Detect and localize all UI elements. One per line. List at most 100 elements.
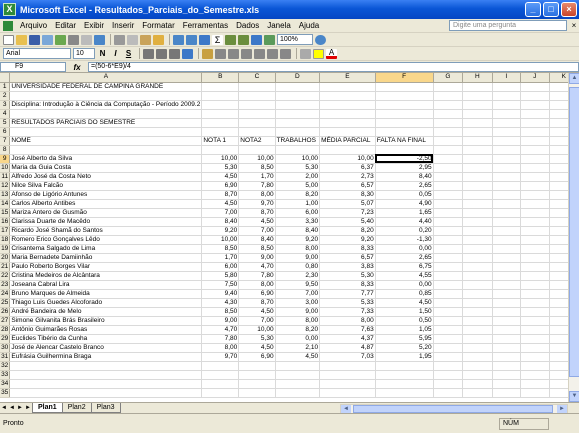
cell[interactable] xyxy=(520,127,550,137)
cell[interactable]: NOME xyxy=(9,136,203,146)
cell[interactable]: 6,90 xyxy=(201,181,240,191)
cell[interactable]: 6,57 xyxy=(319,181,376,191)
cell[interactable]: 6,00 xyxy=(201,262,240,272)
row-header[interactable]: 8 xyxy=(0,145,11,155)
cell[interactable]: 2,10 xyxy=(275,343,321,353)
cell[interactable]: 8,20 xyxy=(319,226,376,236)
cell[interactable]: 10,00 xyxy=(238,325,276,335)
cell[interactable] xyxy=(319,91,376,101)
cell[interactable] xyxy=(462,289,493,299)
spelling-icon[interactable] xyxy=(94,34,105,45)
cell[interactable]: 3,83 xyxy=(319,262,376,272)
cell[interactable]: 4,50 xyxy=(201,172,240,182)
cell[interactable]: 5,07 xyxy=(319,199,376,209)
cell[interactable] xyxy=(275,91,321,101)
cell[interactable] xyxy=(238,379,276,389)
cell[interactable] xyxy=(520,298,550,308)
cell[interactable]: NOTA 1 xyxy=(201,136,240,146)
row-header[interactable]: 14 xyxy=(0,199,11,209)
cell[interactable] xyxy=(275,370,321,380)
cell[interactable] xyxy=(492,163,521,173)
scroll-down-arrow[interactable]: ▼ xyxy=(569,391,579,402)
cell[interactable] xyxy=(433,91,464,101)
cell[interactable] xyxy=(492,127,521,137)
cell[interactable]: Thiago Luis Guedes Alcoforado xyxy=(9,298,203,308)
cell[interactable] xyxy=(319,100,376,110)
cell[interactable]: 0,20 xyxy=(375,226,434,236)
cell[interactable]: 5,95 xyxy=(375,334,434,344)
cell[interactable] xyxy=(520,82,550,92)
cell[interactable] xyxy=(492,208,521,218)
first-sheet-button[interactable]: ◄ xyxy=(0,405,8,411)
row-header[interactable]: 1 xyxy=(0,82,11,92)
cell[interactable] xyxy=(520,172,550,182)
row-header[interactable]: 2 xyxy=(0,91,11,101)
cell[interactable] xyxy=(375,145,434,155)
cell[interactable] xyxy=(520,325,550,335)
cell[interactable]: 6,57 xyxy=(319,253,376,263)
cell[interactable]: 7,80 xyxy=(201,334,240,344)
cell[interactable] xyxy=(492,118,521,128)
cell[interactable] xyxy=(238,127,276,137)
cell[interactable] xyxy=(462,136,493,146)
scroll-left-arrow[interactable]: ◄ xyxy=(341,405,351,413)
scroll-right-arrow[interactable]: ► xyxy=(557,405,567,413)
cell[interactable]: José Alberto da Silva xyxy=(9,154,203,164)
cell[interactable] xyxy=(433,352,464,362)
cell[interactable] xyxy=(433,208,464,218)
cell[interactable]: Disciplina: Introdução à Ciência da Comp… xyxy=(9,100,203,110)
italic-button[interactable]: I xyxy=(110,49,121,58)
row-header[interactable]: 16 xyxy=(0,217,11,227)
cell[interactable]: 2,95 xyxy=(375,163,434,173)
cell[interactable] xyxy=(201,109,240,119)
cell[interactable] xyxy=(275,361,321,371)
cell[interactable] xyxy=(433,388,464,398)
cell[interactable]: 2,73 xyxy=(319,172,376,182)
row-header[interactable]: 18 xyxy=(0,235,11,245)
scroll-up-arrow[interactable]: ▲ xyxy=(569,73,579,84)
cell[interactable]: Joseana Cabral Lira xyxy=(9,280,203,290)
cell[interactable]: -2,50 xyxy=(375,154,434,164)
cell[interactable] xyxy=(462,91,493,101)
cell[interactable] xyxy=(433,145,464,155)
cell[interactable] xyxy=(520,280,550,290)
column-header[interactable]: C xyxy=(238,73,276,83)
row-header[interactable]: 33 xyxy=(0,370,11,380)
cell[interactable] xyxy=(520,370,550,380)
insert-function-icon[interactable]: fx xyxy=(66,63,88,72)
row-header[interactable]: 20 xyxy=(0,253,11,263)
vertical-scrollbar[interactable]: ▲ ▼ xyxy=(568,73,579,402)
column-header[interactable]: A xyxy=(9,73,203,83)
cell[interactable] xyxy=(319,361,376,371)
cell[interactable] xyxy=(462,262,493,272)
cell[interactable]: 6,75 xyxy=(375,262,434,272)
cell[interactable] xyxy=(462,181,493,191)
cell[interactable] xyxy=(319,82,376,92)
cell[interactable]: 4,90 xyxy=(375,199,434,209)
cell[interactable] xyxy=(238,82,276,92)
cell[interactable] xyxy=(201,100,240,110)
cell[interactable]: 4,50 xyxy=(275,352,321,362)
cell[interactable]: Maria Bernadete Damiinhão xyxy=(9,253,203,263)
cell[interactable] xyxy=(492,235,521,245)
cell[interactable] xyxy=(462,127,493,137)
vertical-scroll-thumb[interactable] xyxy=(569,87,579,377)
cell[interactable] xyxy=(520,388,550,398)
cell[interactable]: 6,90 xyxy=(238,352,276,362)
cell[interactable] xyxy=(492,289,521,299)
select-all-corner[interactable] xyxy=(0,73,11,83)
cell[interactable]: 8,50 xyxy=(238,163,276,173)
cell[interactable] xyxy=(520,307,550,317)
borders-icon[interactable] xyxy=(300,48,311,59)
cell[interactable]: 9,40 xyxy=(201,289,240,299)
cell[interactable]: 7,80 xyxy=(238,271,276,281)
cell[interactable]: 5,20 xyxy=(375,343,434,353)
cell[interactable]: 9,70 xyxy=(238,199,276,209)
cell[interactable] xyxy=(375,109,434,119)
cell[interactable]: Romero Erico Gonçalves Lêdo xyxy=(9,235,203,245)
cell[interactable]: 4,50 xyxy=(238,217,276,227)
cell[interactable] xyxy=(520,244,550,254)
row-header[interactable]: 5 xyxy=(0,118,11,128)
copy-icon[interactable] xyxy=(127,34,138,45)
excel-app-icon[interactable]: X xyxy=(3,3,16,16)
